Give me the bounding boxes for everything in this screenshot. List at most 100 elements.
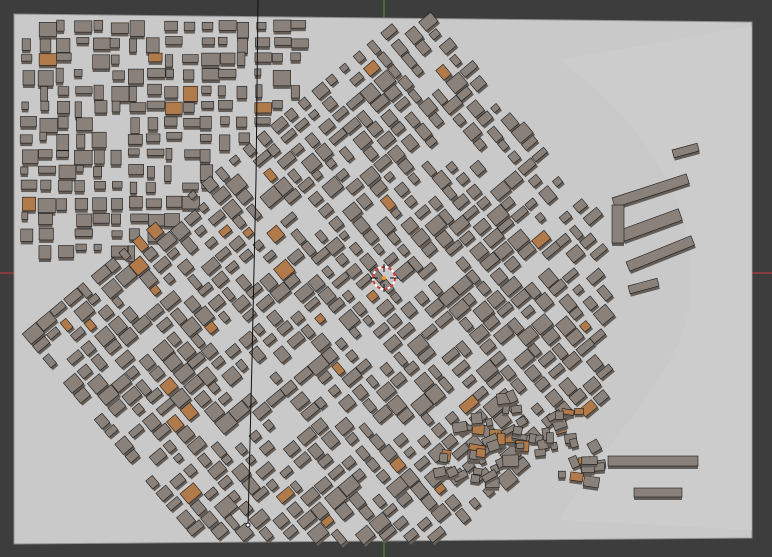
- building: [290, 20, 307, 32]
- building: [236, 85, 248, 102]
- building: [39, 38, 52, 55]
- building: [56, 19, 65, 35]
- building: [164, 165, 172, 185]
- building: [110, 149, 122, 168]
- wire-end-point: [245, 522, 251, 528]
- building: [112, 181, 123, 192]
- building: [218, 100, 233, 113]
- building: [147, 83, 162, 98]
- building: [93, 84, 104, 103]
- building: [111, 198, 123, 213]
- building: [56, 198, 68, 214]
- building: [58, 179, 73, 195]
- building: [512, 425, 524, 438]
- building: [74, 20, 93, 36]
- building: [236, 21, 249, 41]
- building: [129, 20, 145, 40]
- building: [164, 86, 179, 102]
- building: [534, 448, 547, 460]
- building: [582, 475, 601, 491]
- building: [183, 69, 195, 83]
- building: [92, 213, 110, 227]
- building: [20, 179, 38, 193]
- building: [57, 116, 69, 132]
- building: [271, 53, 283, 65]
- building: [183, 117, 202, 130]
- building: [129, 181, 138, 197]
- building: [254, 68, 262, 79]
- building: [21, 54, 33, 65]
- building: [109, 38, 120, 51]
- building: [184, 149, 202, 161]
- building: [38, 149, 53, 161]
- building: [128, 86, 137, 105]
- building: [218, 20, 237, 34]
- building: [146, 148, 165, 159]
- building: [111, 230, 123, 240]
- building: [470, 474, 481, 487]
- 3d-cursor-icon[interactable]: [370, 264, 398, 292]
- building: [22, 196, 36, 214]
- building: [76, 213, 93, 230]
- building: [290, 85, 300, 102]
- building: [38, 22, 57, 40]
- building: [74, 197, 88, 213]
- building: [220, 116, 230, 128]
- building: [217, 85, 226, 99]
- building: [438, 452, 449, 466]
- building: [201, 101, 215, 112]
- building: [165, 101, 183, 118]
- building: [20, 166, 29, 178]
- building: [199, 115, 212, 132]
- building: [199, 133, 212, 145]
- building: [128, 68, 144, 87]
- building: [40, 179, 52, 193]
- building: [127, 134, 143, 148]
- building: [199, 149, 211, 166]
- building: [112, 70, 125, 83]
- building: [272, 100, 283, 112]
- building: [57, 86, 70, 99]
- building: [21, 38, 31, 54]
- building: [201, 52, 220, 69]
- building: [94, 149, 105, 167]
- building: [274, 37, 292, 49]
- building: [201, 21, 214, 33]
- building: [92, 54, 111, 72]
- building: [164, 20, 178, 34]
- building: [290, 52, 301, 64]
- building: [38, 213, 53, 228]
- building: [57, 100, 71, 117]
- building: [58, 164, 77, 182]
- building: [201, 85, 212, 97]
- building: [40, 100, 50, 114]
- building: [165, 68, 174, 81]
- building: [93, 166, 103, 180]
- 3d-viewport[interactable]: [0, 0, 772, 557]
- building: [93, 20, 104, 34]
- building: [76, 117, 93, 134]
- building: [451, 420, 469, 436]
- building: [111, 54, 120, 68]
- building: [147, 68, 166, 81]
- building: [129, 38, 137, 56]
- building: [432, 466, 447, 481]
- building: [555, 410, 564, 423]
- building: [272, 70, 291, 89]
- building: [470, 412, 483, 428]
- building: [19, 134, 33, 147]
- building: [574, 407, 584, 418]
- building: [92, 197, 107, 214]
- building: [183, 21, 196, 34]
- building: [58, 245, 75, 261]
- building: [201, 68, 221, 84]
- building: [273, 19, 292, 35]
- building: [219, 134, 231, 154]
- building: [581, 456, 598, 468]
- building: [145, 182, 156, 196]
- building: [163, 116, 178, 129]
- building: [56, 52, 72, 64]
- building: [128, 164, 144, 178]
- building: [74, 180, 85, 195]
- building: [182, 182, 199, 193]
